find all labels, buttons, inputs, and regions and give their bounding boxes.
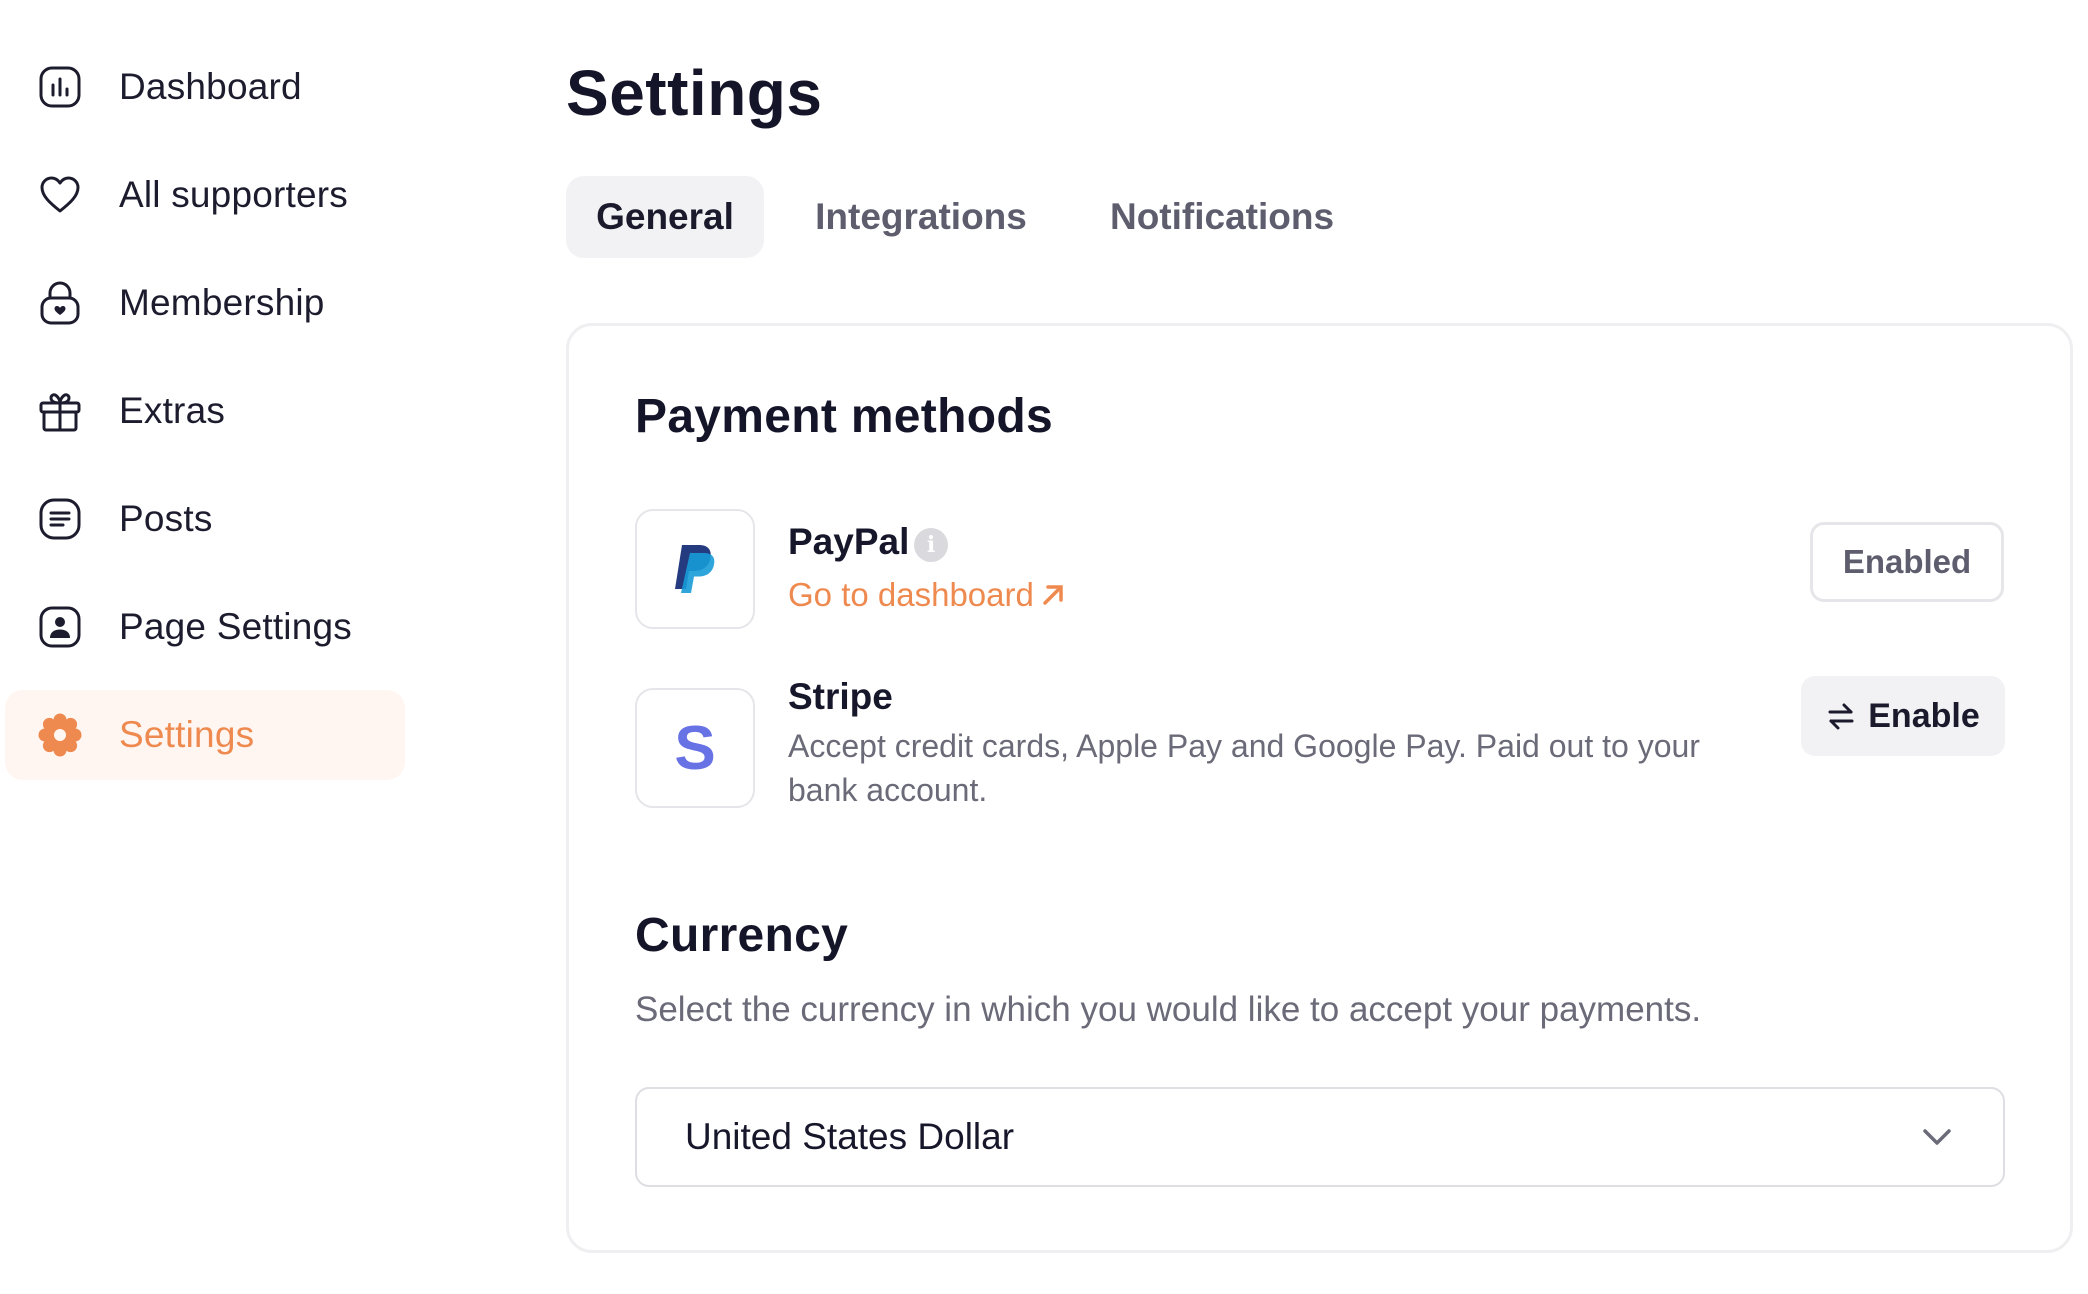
stripe-description: Accept credit cards, Apple Pay and Googl… bbox=[788, 728, 1700, 808]
dashboard-icon bbox=[37, 64, 83, 110]
sidebar-item-membership[interactable]: Membership bbox=[5, 258, 405, 348]
sidebar-item-settings[interactable]: Settings bbox=[5, 690, 405, 780]
paypal-logo bbox=[635, 509, 755, 629]
currency-select[interactable]: United States Dollar bbox=[635, 1087, 2005, 1187]
chevron-down-icon bbox=[1923, 1129, 1951, 1145]
payment-methods-title: Payment methods bbox=[635, 390, 1053, 443]
paypal-dashboard-link[interactable]: Go to dashboard bbox=[788, 576, 1066, 614]
tab-general[interactable]: General bbox=[566, 176, 764, 258]
lock-heart-icon bbox=[37, 280, 83, 326]
currency-description: Select the currency in which you would l… bbox=[635, 990, 1702, 1029]
stripe-logo-letter: S bbox=[674, 713, 716, 783]
stripe-enable-button[interactable]: Enable bbox=[1801, 676, 2005, 756]
sidebar-item-label: Posts bbox=[119, 498, 213, 539]
paypal-icon bbox=[675, 545, 715, 593]
external-link-icon bbox=[1043, 585, 1063, 605]
sidebar-item-label: Dashboard bbox=[119, 66, 302, 107]
sidebar: Dashboard All supporters Membership Extr… bbox=[0, 0, 420, 1294]
sidebar-item-posts[interactable]: Posts bbox=[5, 474, 405, 564]
tab-integrations[interactable]: Integrations bbox=[790, 176, 1052, 258]
sidebar-item-all-supporters[interactable]: All supporters bbox=[5, 150, 405, 240]
sidebar-item-dashboard[interactable]: Dashboard bbox=[5, 42, 405, 132]
sidebar-item-extras[interactable]: Extras bbox=[5, 366, 405, 456]
stripe-logo: S bbox=[635, 688, 755, 808]
paypal-enabled-button[interactable]: Enabled bbox=[1810, 522, 2004, 602]
stripe-enable-label: Enable bbox=[1868, 696, 1980, 735]
sidebar-item-label: All supporters bbox=[119, 174, 349, 215]
stripe-name: Stripe bbox=[788, 676, 893, 717]
gear-icon bbox=[37, 712, 83, 758]
sidebar-item-label: Page Settings bbox=[119, 606, 352, 647]
tab-notifications[interactable]: Notifications bbox=[1084, 176, 1360, 258]
page-title: Settings bbox=[566, 57, 823, 129]
paypal-name: PayPal bbox=[788, 521, 910, 562]
profile-icon bbox=[37, 604, 83, 650]
document-icon bbox=[37, 496, 83, 542]
swap-arrows-icon bbox=[1828, 703, 1854, 730]
heart-icon bbox=[37, 172, 83, 218]
gift-icon bbox=[37, 388, 83, 434]
sidebar-item-label: Membership bbox=[119, 282, 325, 323]
paypal-dashboard-link-label: Go to dashboard bbox=[788, 576, 1034, 613]
info-icon[interactable]: i bbox=[914, 528, 948, 562]
sidebar-item-page-settings[interactable]: Page Settings bbox=[5, 582, 405, 672]
general-settings-card: Payment methods PayPal i Go to dashboard… bbox=[566, 323, 2073, 1253]
currency-select-value: United States Dollar bbox=[685, 1116, 1015, 1157]
currency-title: Currency bbox=[635, 909, 849, 962]
sidebar-item-label: Settings bbox=[119, 714, 255, 755]
sidebar-item-label: Extras bbox=[119, 390, 226, 431]
